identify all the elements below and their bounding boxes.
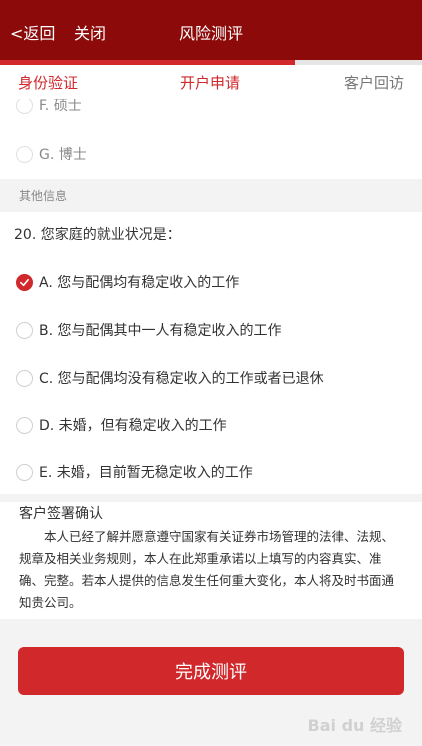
step-identity-verification: 身份验证 <box>18 74 79 92</box>
question-20-text: 20. 您家庭的就业状况是： <box>14 227 181 243</box>
option-label: E. 未婚，目前暂无稳定收入的工作 <box>39 465 253 481</box>
option-label: A. 您与配偶均有稳定收入的工作 <box>39 275 240 291</box>
radio-unchecked-icon[interactable] <box>16 463 33 481</box>
option-label: G. 博士 <box>39 147 87 163</box>
option-label: C. 您与配偶均没有稳定收入的工作或者已退休 <box>39 371 324 387</box>
option-f-master[interactable]: F. 硕士 <box>0 99 422 125</box>
option-e[interactable]: E. 未婚，目前暂无稳定收入的工作 <box>0 452 422 492</box>
page-title: 风险测评 <box>178 24 243 43</box>
step-customer-callback: 客户回访 <box>343 74 404 92</box>
option-g-doctor[interactable]: G. 博士 <box>0 134 422 174</box>
option-d[interactable]: D. 未婚，但有稳定收入的工作 <box>0 405 422 445</box>
option-b[interactable]: B. 您与配偶其中一人有稳定收入的工作 <box>0 310 422 350</box>
questionnaire-content[interactable]: F. 硕士 G. 博士 其他信息 20. 您家庭的就业状况是： A. 您与配偶均… <box>0 99 422 619</box>
signature-statement: 本人已经了解并愿意遵守国家有关证券市场管理的法律、法规、规章及相关业务规则，本人… <box>19 529 395 610</box>
radio-unchecked-icon[interactable] <box>16 321 33 339</box>
radio-checked-icon[interactable] <box>16 273 33 291</box>
radio-unchecked-icon[interactable] <box>16 99 33 114</box>
option-a[interactable]: A. 您与配偶均有稳定收入的工作 <box>0 262 422 302</box>
option-c[interactable]: C. 您与配偶均没有稳定收入的工作或者已退休 <box>0 358 422 398</box>
radio-unchecked-icon[interactable] <box>16 369 33 387</box>
complete-assessment-button[interactable]: 完成测评 <box>18 647 404 695</box>
option-label: B. 您与配偶其中一人有稳定收入的工作 <box>39 323 282 339</box>
signature-title: 客户签署确认 <box>19 506 103 522</box>
section-header-other-info: 其他信息 <box>0 179 422 212</box>
option-label: D. 未婚，但有稳定收入的工作 <box>39 418 227 434</box>
footer: 完成测评 Bai du 经验 <box>0 619 422 746</box>
step-indicator: 身份验证 开户申请 客户回访 <box>0 65 422 99</box>
watermark: Bai du 经验 <box>307 716 402 735</box>
radio-unchecked-icon[interactable] <box>16 145 33 163</box>
section-divider <box>0 494 422 502</box>
step-account-application: 开户申请 <box>180 74 241 92</box>
top-navigation-bar: <返回 关闭 风险测评 <box>0 0 422 60</box>
radio-unchecked-icon[interactable] <box>16 416 33 434</box>
option-label: F. 硕士 <box>39 99 82 114</box>
